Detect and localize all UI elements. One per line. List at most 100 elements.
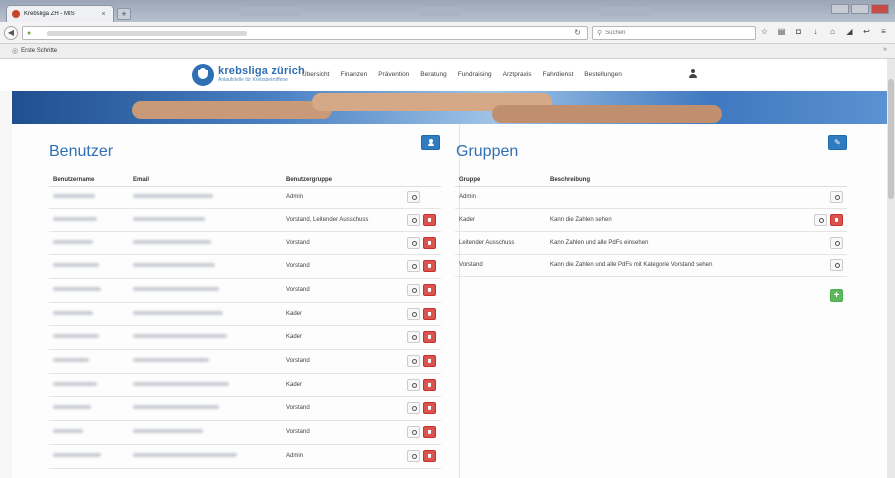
delete-button[interactable] — [423, 355, 436, 367]
edit-button[interactable] — [830, 191, 843, 203]
username-blurred — [53, 429, 83, 433]
groups-title: Gruppen — [456, 143, 519, 160]
nav-item-fundraising[interactable]: Fundraising — [458, 71, 492, 78]
tab-title: Krebsliga ZH - MIS — [24, 11, 75, 17]
window-close-button[interactable] — [871, 4, 889, 14]
edit-button[interactable] — [830, 259, 843, 271]
table-row: Kader Kann die Zahlen sehen — [455, 208, 847, 232]
nav-item-fahrdienst[interactable]: Fahrdienst — [543, 71, 574, 78]
menu-icon[interactable]: ≡ — [879, 27, 888, 36]
user-group: Kader — [282, 302, 400, 326]
nav-item-praevention[interactable]: Prävention — [378, 71, 409, 78]
username-blurred — [53, 287, 101, 291]
username-blurred — [53, 358, 89, 362]
column-header: Gruppe — [455, 174, 546, 187]
delete-button[interactable] — [423, 213, 436, 226]
scrollbar-thumb[interactable] — [888, 79, 894, 199]
edit-button[interactable] — [407, 402, 420, 414]
column-header: Benutzername — [49, 174, 129, 187]
delete-button[interactable] — [423, 402, 436, 414]
send-icon[interactable]: ◢ — [845, 27, 854, 36]
download-icon[interactable]: ↓ — [811, 27, 820, 36]
site-header: krebsliga zürich Anlaufstelle für Krebsb… — [0, 59, 887, 91]
groups-table: Gruppe Beschreibung Admin Kader Kann die… — [455, 174, 847, 277]
url-bar[interactable]: ● ↻ — [22, 26, 588, 40]
page-scrollbar[interactable] — [887, 59, 895, 478]
search-input[interactable] — [605, 30, 746, 36]
edit-button[interactable] — [407, 426, 420, 438]
table-row: Admin — [49, 444, 441, 469]
user-icon[interactable] — [689, 69, 697, 79]
email-blurred — [133, 310, 223, 315]
tab-close-icon[interactable]: × — [99, 11, 108, 18]
nav-item-beratung[interactable]: Beratung — [420, 71, 446, 78]
maximize-button[interactable] — [851, 4, 869, 14]
main-nav: Übersicht Finanzen Prävention Beratung F… — [302, 71, 622, 78]
table-row: Admin — [49, 186, 441, 209]
edit-button[interactable] — [407, 191, 420, 203]
edit-button[interactable] — [407, 378, 420, 391]
edit-button[interactable] — [407, 260, 420, 272]
username-blurred — [53, 334, 99, 338]
delete-button[interactable] — [830, 213, 843, 226]
edit-button[interactable] — [407, 213, 420, 226]
group-name: Vorstand — [455, 254, 546, 277]
username-blurred — [53, 194, 95, 198]
user-group: Kader — [282, 325, 400, 350]
web-page: krebsliga zürich Anlaufstelle für Krebsb… — [0, 59, 887, 478]
edit-button[interactable] — [407, 236, 420, 249]
username-blurred — [53, 263, 99, 267]
group-description: Kann die Zahlen sehen — [546, 208, 807, 232]
username-blurred — [53, 239, 93, 244]
delete-button[interactable] — [423, 450, 436, 462]
edit-button[interactable] — [407, 331, 420, 343]
add-user-button[interactable] — [421, 135, 440, 150]
bookmark-star-icon[interactable]: ☆ — [760, 27, 769, 36]
user-group: Vorstand — [282, 396, 400, 421]
column-header: Benutzergruppe — [282, 174, 400, 187]
share-icon[interactable]: ↩ — [862, 27, 871, 36]
edit-groups-button[interactable]: ✎ — [828, 135, 847, 150]
logo-name: krebsliga zürich — [218, 65, 305, 77]
pencil-icon: ✎ — [834, 138, 841, 147]
bookmark-label: Erste Schritte — [21, 48, 58, 54]
group-name: Admin — [455, 186, 546, 209]
column-header: Beschreibung — [546, 174, 807, 187]
nav-item-bestellungen[interactable]: Bestellungen — [584, 71, 622, 78]
email-blurred — [133, 405, 219, 409]
edit-button[interactable] — [407, 284, 420, 296]
table-row: Vorstand — [49, 396, 441, 421]
nav-item-uebersicht[interactable]: Übersicht — [302, 71, 329, 78]
lock-icon: ● — [27, 29, 32, 37]
minimize-button[interactable] — [831, 4, 849, 14]
delete-button[interactable] — [423, 378, 436, 391]
back-icon[interactable]: ◀ — [4, 26, 18, 40]
delete-button[interactable] — [423, 236, 436, 249]
edit-button[interactable] — [830, 236, 843, 249]
delete-button[interactable] — [423, 331, 436, 343]
search-bar[interactable]: ⚲ — [592, 26, 756, 40]
username-blurred — [53, 381, 97, 386]
home-icon[interactable]: ⌂ — [828, 27, 837, 36]
reading-list-icon[interactable]: ▤ — [777, 27, 786, 36]
table-header-row: Benutzername Email Benutzergruppe — [49, 174, 441, 187]
pocket-icon[interactable]: ◘ — [794, 27, 803, 36]
delete-button[interactable] — [423, 307, 436, 320]
browser-tab[interactable]: Krebsliga ZH - MIS × — [6, 5, 114, 22]
nav-item-finanzen[interactable]: Finanzen — [340, 71, 367, 78]
chevron-down-icon[interactable]: » — [883, 46, 887, 53]
delete-button[interactable] — [423, 260, 436, 272]
site-logo[interactable]: krebsliga zürich Anlaufstelle für Krebsb… — [192, 64, 305, 86]
bookmark-item[interactable]: ◎ Erste Schritte — [12, 47, 57, 55]
delete-button[interactable] — [423, 426, 436, 438]
edit-button[interactable] — [407, 450, 420, 462]
edit-button[interactable] — [407, 355, 420, 367]
delete-button[interactable] — [423, 284, 436, 296]
edit-button[interactable] — [814, 213, 827, 226]
group-description — [546, 186, 807, 209]
add-group-button[interactable]: + — [830, 289, 843, 302]
edit-button[interactable] — [407, 307, 420, 320]
reload-icon[interactable]: ↻ — [574, 28, 581, 37]
new-tab-button[interactable]: + — [117, 8, 131, 20]
nav-item-arztpraxis[interactable]: Arztpraxis — [503, 71, 532, 78]
